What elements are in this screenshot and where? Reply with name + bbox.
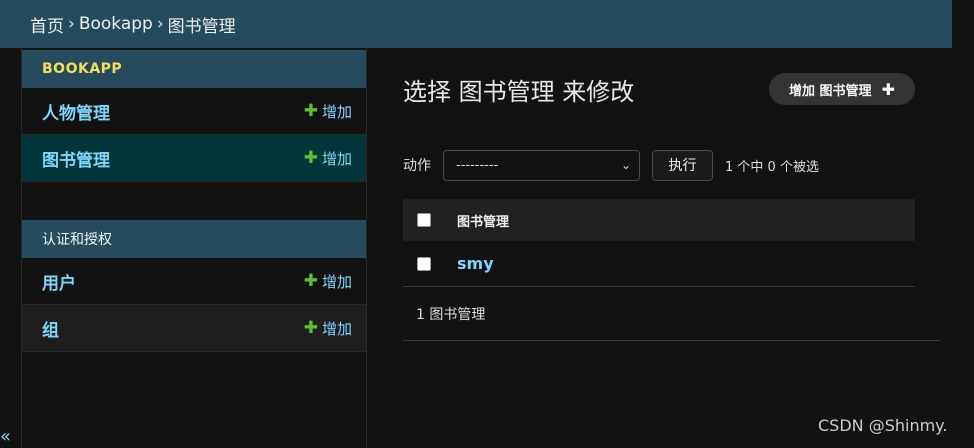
select-all-checkbox[interactable] [417,213,431,227]
add-label: 增加 [321,272,352,291]
add-label: 增加 [321,319,352,338]
add-group-link[interactable]: ✚ 增加 [304,318,352,339]
sidebar-item-book: 图书管理 ✚ 增加 [22,135,366,182]
model-link-groups[interactable]: 组 [42,316,59,341]
app-module-auth: 认证和授权 用户 ✚ 增加 组 ✚ 增加 [22,220,366,352]
add-book-button[interactable]: 增加 图书管理 ✚ [769,73,915,105]
row-link[interactable]: smy [457,254,494,273]
breadcrumb-current: 图书管理 [167,16,236,37]
sidebar-nav: BOOKAPP 人物管理 ✚ 增加 图书管理 ✚ 增加 认证和授权 用户 ✚ 增… [0,48,367,448]
module-caption-bookapp[interactable]: BOOKAPP [22,50,366,88]
table-row: smy [403,241,915,287]
sidebar-item-groups: 组 ✚ 增加 [22,305,366,352]
paginator: 1 图书管理 [403,287,940,341]
selected-count: 1 个中 0 个被选 [725,159,819,175]
run-action-button[interactable]: 执行 [652,149,713,181]
page-title: 选择 图书管理 来修改 [403,78,635,106]
app-module-bookapp: BOOKAPP 人物管理 ✚ 增加 图书管理 ✚ 增加 [22,50,366,182]
breadcrumb-separator: › [68,14,75,34]
actions-label: 动作 [403,158,431,174]
add-label: 增加 [321,149,352,168]
action-select[interactable]: --------- ⌄ [443,149,640,181]
plus-icon: ✚ [303,101,318,121]
plus-icon: ✚ [303,148,318,168]
breadcrumb-app[interactable]: Bookapp [79,14,153,34]
chevron-down-icon: ⌄ [620,158,631,172]
model-link-person[interactable]: 人物管理 [42,99,110,124]
column-header[interactable]: 图书管理 [457,211,509,230]
plus-icon: ✚ [303,271,318,291]
plus-icon: ✚ [303,318,318,338]
breadcrumb: 首页 › Bookapp › 图书管理 [0,0,952,48]
model-link-users[interactable]: 用户 [42,269,76,294]
sidebar-item-person: 人物管理 ✚ 增加 [22,88,366,135]
row-checkbox[interactable] [417,256,431,271]
table-header: 图书管理 [403,199,915,241]
action-select-value: --------- [456,157,499,173]
add-label: 增加 [321,102,352,121]
plus-icon: ✚ [881,79,895,99]
sidebar-collapse-toggle[interactable]: « [0,426,11,447]
actions-bar: 动作 --------- ⌄ 执行 1 个中 0 个被选 [403,149,819,181]
main-content: 选择 图书管理 来修改 增加 图书管理 ✚ 动作 --------- ⌄ 执行 … [367,48,974,448]
sidebar-item-users: 用户 ✚ 增加 [22,258,366,305]
breadcrumb-home[interactable]: 首页 [30,12,64,37]
breadcrumb-separator: › [156,14,164,34]
watermark: CSDN @Shinmy. [818,416,948,435]
model-link-book[interactable]: 图书管理 [42,146,110,171]
module-caption-auth[interactable]: 认证和授权 [22,220,366,258]
add-book-button-label: 增加 图书管理 [789,83,872,99]
add-user-link[interactable]: ✚ 增加 [304,271,352,292]
add-book-link[interactable]: ✚ 增加 [304,148,352,169]
add-person-link[interactable]: ✚ 增加 [304,101,352,122]
result-table: 图书管理 smy [403,199,915,287]
